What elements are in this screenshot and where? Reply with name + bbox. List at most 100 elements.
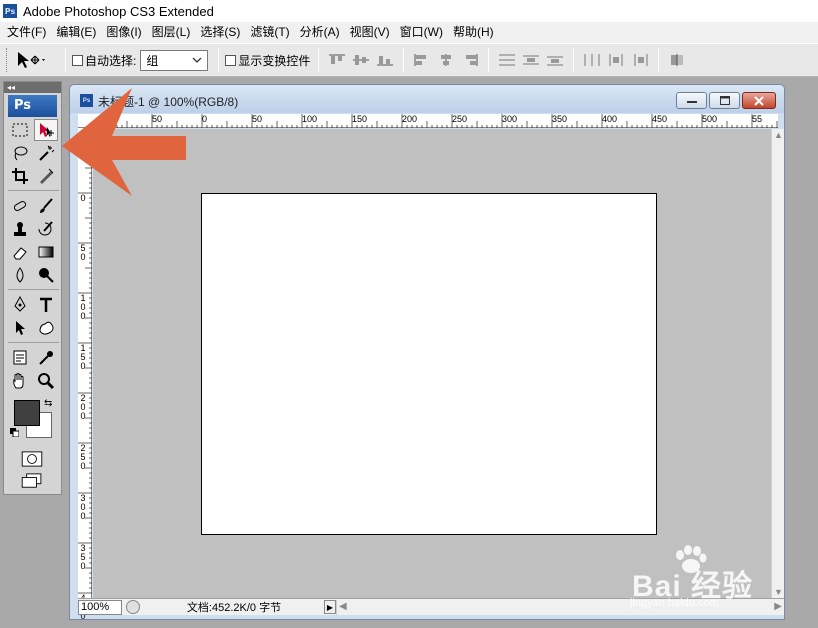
default-colors-icon[interactable] bbox=[10, 428, 19, 437]
distribute-right-icon[interactable] bbox=[630, 51, 650, 69]
menu-file[interactable]: 文件(F) bbox=[2, 22, 51, 43]
align-vcenter-icon[interactable] bbox=[351, 51, 371, 69]
history-brush-tool-icon[interactable] bbox=[34, 218, 58, 240]
align-left-icon[interactable] bbox=[412, 51, 432, 69]
brush-tool-icon[interactable] bbox=[34, 195, 58, 217]
menu-filter[interactable]: 滤镜(T) bbox=[245, 22, 294, 43]
status-bar: 100% 文档:452.2K/0 字节 ▶ ◀ ▶ bbox=[78, 598, 784, 615]
document-canvas[interactable] bbox=[201, 193, 657, 535]
distribute-hcenter-icon[interactable] bbox=[606, 51, 626, 69]
minimize-icon bbox=[686, 100, 697, 103]
hand-tool-icon[interactable] bbox=[8, 370, 32, 392]
separator bbox=[403, 48, 405, 72]
menu-edit[interactable]: 编辑(E) bbox=[51, 22, 101, 43]
custom-shape-tool-icon[interactable] bbox=[34, 317, 58, 339]
separator bbox=[658, 48, 660, 72]
ruler-h-label: 500 bbox=[702, 114, 718, 124]
menu-analysis[interactable]: 分析(A) bbox=[295, 22, 345, 43]
app-titlebar: Ps Adobe Photoshop CS3 Extended bbox=[0, 0, 818, 22]
vertical-ruler[interactable]: 050100150200250300350400 bbox=[78, 128, 92, 621]
ruler-h-label: 400 bbox=[602, 114, 618, 124]
distribute-bottom-icon[interactable] bbox=[545, 51, 565, 69]
separator bbox=[8, 289, 59, 293]
pointer-arrow-annotation bbox=[62, 88, 186, 196]
separator bbox=[318, 48, 320, 72]
scroll-right-icon[interactable]: ▶ bbox=[774, 601, 782, 612]
show-transform-checkbox[interactable] bbox=[225, 54, 237, 66]
tool-preset-picker[interactable] bbox=[15, 47, 59, 73]
canvas-area[interactable] bbox=[93, 129, 771, 598]
ruler-h-label: 450 bbox=[652, 114, 668, 124]
options-bar-grip[interactable] bbox=[6, 48, 9, 72]
clone-stamp-tool-icon[interactable] bbox=[8, 218, 32, 240]
blur-tool-icon[interactable] bbox=[8, 264, 32, 286]
swap-colors-icon[interactable]: ⇆ bbox=[44, 398, 52, 409]
crop-tool-icon[interactable] bbox=[8, 165, 32, 187]
maximize-icon bbox=[719, 96, 730, 105]
dodge-tool-icon[interactable] bbox=[34, 264, 58, 286]
status-menu-arrow-icon[interactable]: ▶ bbox=[324, 600, 336, 614]
scroll-up-icon[interactable]: ▲ bbox=[774, 130, 783, 140]
options-bar: 自动选择: 组 显示变换控件 bbox=[0, 43, 818, 77]
auto-select-checkbox[interactable] bbox=[72, 54, 83, 66]
close-icon bbox=[754, 95, 764, 106]
menu-layer[interactable]: 图层(L) bbox=[147, 22, 196, 43]
gradient-tool-icon[interactable] bbox=[34, 241, 58, 263]
close-button[interactable] bbox=[742, 92, 776, 109]
menu-image[interactable]: 图像(I) bbox=[101, 22, 146, 43]
ruler-v-label: 300 bbox=[80, 493, 86, 521]
type-tool-icon[interactable] bbox=[34, 294, 58, 316]
toolbox-collapse-button[interactable]: ◂◂ bbox=[4, 82, 61, 93]
ruler-v-label: 200 bbox=[80, 393, 86, 421]
separator bbox=[573, 48, 575, 72]
status-info-icon[interactable] bbox=[126, 600, 140, 614]
menu-view[interactable]: 视图(V) bbox=[345, 22, 395, 43]
separator bbox=[218, 48, 220, 72]
distribute-left-icon[interactable] bbox=[582, 51, 602, 69]
healing-brush-tool-icon[interactable] bbox=[8, 195, 32, 217]
horizontal-scrollbar[interactable]: ◀ ▶ bbox=[336, 599, 784, 615]
maximize-button[interactable] bbox=[709, 92, 740, 109]
distribute-vcenter-icon[interactable] bbox=[521, 51, 541, 69]
vertical-scrollbar[interactable]: ▲ ▼ bbox=[771, 129, 784, 598]
toolbox-logo: Ps bbox=[8, 95, 57, 117]
tool-grid bbox=[4, 119, 61, 392]
distribute-top-icon[interactable] bbox=[497, 51, 517, 69]
auto-select-label: 自动选择: bbox=[85, 53, 137, 68]
zoom-level-field[interactable]: 100% bbox=[78, 599, 122, 615]
magic-wand-tool-icon[interactable] bbox=[34, 142, 58, 164]
ruler-v-label: 50 bbox=[80, 243, 86, 262]
auto-align-layers-icon[interactable] bbox=[667, 51, 687, 69]
minimize-button[interactable] bbox=[676, 92, 707, 109]
menu-select[interactable]: 选择(S) bbox=[195, 22, 245, 43]
eraser-tool-icon[interactable] bbox=[8, 241, 32, 263]
scroll-down-icon[interactable]: ▼ bbox=[774, 587, 783, 597]
path-selection-tool-icon[interactable] bbox=[8, 317, 32, 339]
ruler-h-label: 350 bbox=[552, 114, 568, 124]
eyedropper-tool-icon[interactable] bbox=[34, 347, 58, 369]
align-right-icon[interactable] bbox=[460, 51, 480, 69]
menu-help[interactable]: 帮助(H) bbox=[448, 22, 499, 43]
zoom-tool-icon[interactable] bbox=[34, 370, 58, 392]
align-hcenter-icon[interactable] bbox=[436, 51, 456, 69]
ruler-h-label: 0 bbox=[202, 114, 208, 124]
auto-select-dropdown[interactable]: 组 bbox=[140, 49, 209, 71]
foreground-color-swatch[interactable] bbox=[14, 400, 40, 426]
ruler-v-label: 250 bbox=[80, 443, 86, 471]
marquee-tool-icon[interactable] bbox=[8, 119, 32, 141]
align-bottom-icon[interactable] bbox=[375, 51, 395, 69]
slice-tool-icon[interactable] bbox=[34, 165, 58, 187]
notes-tool-icon[interactable] bbox=[8, 347, 32, 369]
scroll-left-icon[interactable]: ◀ bbox=[339, 601, 347, 612]
chevron-down-icon bbox=[192, 57, 202, 63]
toolbox: ◂◂ Ps ⇆ bbox=[3, 81, 62, 495]
screen-mode-icon[interactable] bbox=[20, 472, 44, 490]
menu-window[interactable]: 窗口(W) bbox=[395, 22, 448, 43]
lasso-tool-icon[interactable] bbox=[8, 142, 32, 164]
move-tool-icon[interactable] bbox=[34, 119, 58, 141]
quick-mask-icon[interactable] bbox=[20, 450, 44, 468]
align-top-icon[interactable] bbox=[327, 51, 347, 69]
pen-tool-icon[interactable] bbox=[8, 294, 32, 316]
separator bbox=[8, 342, 59, 346]
photoshop-logo-icon: Ps bbox=[3, 4, 17, 18]
